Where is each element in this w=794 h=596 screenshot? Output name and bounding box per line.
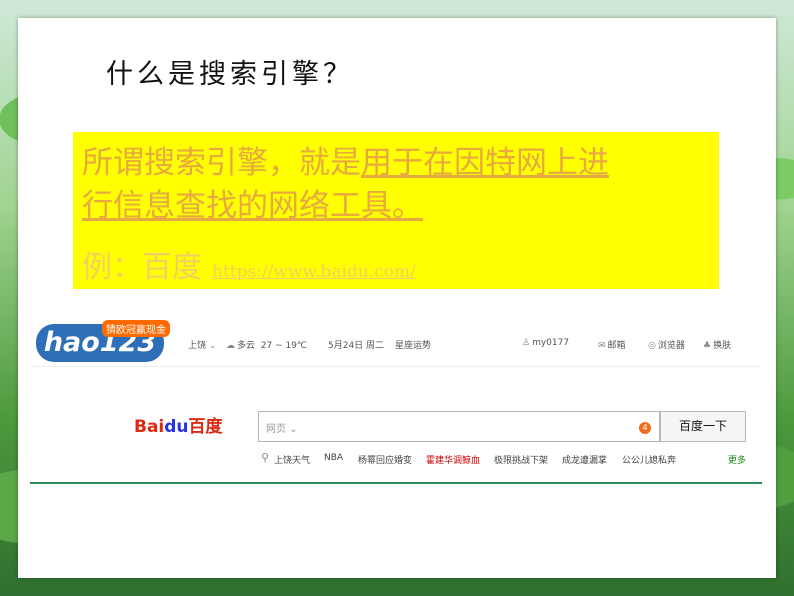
definition-link-2[interactable]: 行信息查找的网络工具。 xyxy=(82,188,423,224)
divider xyxy=(30,482,762,484)
city-label: 上饶 xyxy=(188,341,207,351)
definition-plain: 所谓搜索引擎，就是 xyxy=(82,145,361,181)
hot-search-link[interactable]: 极限挑战下架 xyxy=(494,453,548,466)
mail-icon: ✉ xyxy=(598,341,606,351)
date-label: 5月24日 周二 xyxy=(328,341,385,351)
example-url-link[interactable]: https://www.baidu.com/ xyxy=(212,262,416,282)
search-icon: ⚲ xyxy=(261,451,270,464)
search-input[interactable]: 网页 ⌄ 4 xyxy=(258,411,660,442)
slide: 什么是搜索引擎？ 所谓搜索引擎，就是用于在因特网上进行信息查找的网络工具。 例：… xyxy=(18,18,776,578)
promo-badge[interactable]: 猜欧冠赢现金 xyxy=(102,320,170,337)
hot-search-link[interactable]: 杨幂回应婚变 xyxy=(358,453,412,466)
weather-widget[interactable]: ☁ 多云 27 ~ 19℃ xyxy=(226,338,307,351)
definition-text: 所谓搜索引擎，就是用于在因特网上进行信息查找的网络工具。 xyxy=(82,142,712,228)
search-type-label: 网页 xyxy=(266,424,286,435)
user-icon: ♙ xyxy=(522,338,531,348)
hot-search-link[interactable]: 上饶天气 xyxy=(274,453,310,466)
browser-icon: ◎ xyxy=(648,341,656,351)
horoscope-link[interactable]: 星座运势 xyxy=(395,338,431,351)
hao123-top-bar: hao123 猜欧冠赢现金 上饶 ⌄ ☁ 多云 27 ~ 19℃ 5月24日 周二… xyxy=(30,318,762,367)
more-link[interactable]: 更多 xyxy=(728,453,746,466)
baidu-logo-en: Bai xyxy=(134,417,165,437)
hot-search-link[interactable]: 霍建华调鲸血 xyxy=(426,453,480,466)
user-label: my0177 xyxy=(532,338,570,348)
hot-search-link[interactable]: 成龙遭漏掌 xyxy=(562,453,607,466)
temperature-label: 27 ~ 19℃ xyxy=(260,341,308,351)
baidu-logo[interactable]: Baidu百度 xyxy=(134,412,223,437)
definition-box: 所谓搜索引擎，就是用于在因特网上进行信息查找的网络工具。 例：百度 https:/… xyxy=(73,132,719,289)
cloud-icon: ☁ xyxy=(226,341,235,351)
search-notification-badge[interactable]: 4 xyxy=(639,422,651,434)
mail-label: 邮箱 xyxy=(607,341,626,351)
mail-link[interactable]: ✉ 邮箱 xyxy=(598,338,626,351)
user-link[interactable]: ♙ my0177 xyxy=(522,338,569,348)
definition-link-1[interactable]: 用于在因特网上进 xyxy=(361,145,609,181)
paw-icon: du xyxy=(164,417,189,437)
hot-search-link[interactable]: 公公儿媳私奔 xyxy=(622,453,676,466)
search-button[interactable]: 百度一下 xyxy=(660,411,746,442)
baidu-logo-cn: 百度 xyxy=(188,417,223,437)
skin-link[interactable]: ♣ 换肤 xyxy=(703,338,731,351)
hot-search-link[interactable]: NBA xyxy=(324,453,343,463)
chevron-down-icon: ⌄ xyxy=(208,341,217,351)
hao123-screenshot: hao123 猜欧冠赢现金 上饶 ⌄ ☁ 多云 27 ~ 19℃ 5月24日 周二… xyxy=(30,318,762,486)
browser-label: 浏览器 xyxy=(657,341,685,351)
shirt-icon: ♣ xyxy=(703,341,712,351)
city-select[interactable]: 上饶 ⌄ xyxy=(188,338,218,351)
skin-label: 换肤 xyxy=(713,341,732,351)
slide-title: 什么是搜索引擎？ xyxy=(106,59,354,90)
browser-link[interactable]: ◎ 浏览器 xyxy=(648,338,685,351)
search-type-select[interactable]: 网页 ⌄ xyxy=(266,420,298,435)
weather-label: 多云 xyxy=(237,341,256,351)
example-label: 例：百度 xyxy=(82,250,202,285)
chevron-down-icon: ⌄ xyxy=(289,424,298,435)
example-line: 例：百度 https://www.baidu.com/ xyxy=(82,242,416,286)
